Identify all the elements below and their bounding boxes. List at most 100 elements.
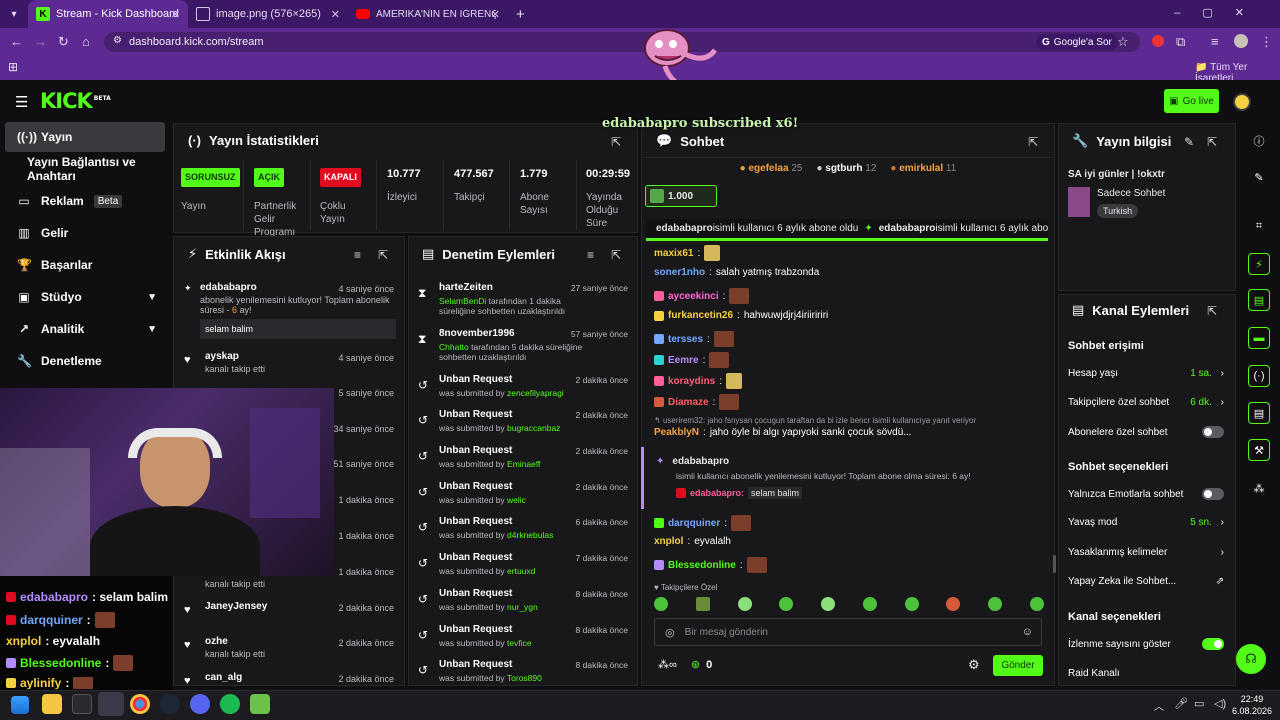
slow-mode-row[interactable]: Yavaş mod 5 sn. › [1068,517,1224,528]
mod-action-user[interactable]: ertuuxd [507,566,535,576]
apps-grid-icon[interactable]: ⊞ [8,60,18,74]
mod-action-user[interactable]: SelamBenDi [439,296,486,306]
mod-action-item[interactable]: ⧗ harteZeiten 27 saniye önce SelamBenDi tar… [416,280,632,316]
active-app-icon[interactable] [98,692,124,716]
clock[interactable]: 22:49 6.08.2026 [1232,693,1272,717]
emote-button[interactable] [862,597,877,611]
lightning-icon[interactable]: ⚡ [1248,253,1270,275]
chat-emote[interactable] [729,288,750,304]
emote-button[interactable] [988,597,1003,611]
tab-close-icon[interactable]: ✕ [331,8,340,21]
expand-icon[interactable]: ⇱ [1028,135,1038,149]
tab-kick-dashboard[interactable]: K Stream - Kick Dashboard ✕ [28,0,188,28]
tab-image[interactable]: image.png (576×265) ✕ [188,0,348,28]
chat-emote[interactable] [704,245,721,261]
emote-button[interactable] [1029,597,1044,611]
chat-emote[interactable] [726,373,743,389]
sidebar-item-yayin[interactable]: ((·)) Yayın [5,122,165,152]
chat-emote[interactable] [746,557,767,573]
mod-action-item[interactable]: ↺ Unban Request 6 dakika önce was submitted… [416,514,632,549]
chat-username[interactable]: Eemre [668,355,699,366]
gifter[interactable]: ● emirkulal 11 [890,163,956,174]
banned-words-row[interactable]: Yasaklanmış kelimeler › [1068,547,1224,558]
chat-username[interactable]: maxix61 [654,248,693,259]
emote-button[interactable] [779,597,794,611]
mod-action-item[interactable]: ⧗ 8november1996 57 saniye önce Chhatto tara… [416,326,632,362]
edit-pencil-icon[interactable]: ✎ [1184,135,1194,149]
mod-action-item[interactable]: ↺ Unban Request 8 dakika önce was submitted… [416,657,632,686]
chat-emote[interactable] [731,515,752,531]
mod-action-item[interactable]: ↺ Unban Request 8 dakika önce was submitted… [416,622,632,657]
back-icon[interactable]: ← [10,34,23,49]
chat-emote[interactable] [713,331,734,347]
url-field[interactable]: ⚙ dashboard.kick.com/stream [104,32,1140,52]
expand-icon[interactable]: ⇱ [611,135,621,149]
home-icon[interactable]: ⌂ [82,34,90,49]
mod-action-item[interactable]: ↺ Unban Request 7 dakika önce was submitted… [416,550,632,585]
app-icon[interactable] [250,694,270,714]
tab-search-icon[interactable]: ▾ [0,0,28,28]
forward-icon[interactable]: → [34,34,47,49]
chat-username[interactable]: PeakblyN [654,427,699,438]
mod-action-user[interactable]: tevfice [507,638,532,648]
kick-logo[interactable]: KICK BETA [40,89,111,113]
sidebar-item-denetleme[interactable]: 🔧 Denetleme [5,346,165,376]
chat-username[interactable]: tersses [668,334,703,345]
points-icon[interactable]: ⁂ [1248,477,1270,499]
send-button[interactable]: Gönder [993,655,1043,676]
chat-settings-gear-icon[interactable]: ⚙ [968,657,980,673]
mod-action-user[interactable]: Eminaeff [507,459,540,469]
account-age-row[interactable]: Hesap yaşı 1 sa. › [1068,368,1224,379]
chat-username[interactable]: koraydins [668,376,715,387]
mod-action-user[interactable]: Chhatto [439,342,469,352]
emote-button[interactable] [946,597,961,611]
points-icon[interactable]: ⁂∞ [658,658,677,671]
reload-icon[interactable]: ↻ [58,34,69,50]
mod-action-user[interactable]: bugraccanbaz [507,423,560,433]
chrome-icon[interactable] [130,694,150,714]
tab-close-icon[interactable]: ✕ [171,8,180,21]
mod-action-user[interactable]: Toros890 [507,673,542,683]
sidebar-item-analitik[interactable]: ↗ Analitik ▼ [5,314,165,344]
mod-action-item[interactable]: ↺ Unban Request 2 dakika önce was submitted… [416,479,632,514]
followers-only-row[interactable]: Takipçilere özel sohbet 6 dk. › [1068,397,1224,408]
sidebar-item-gelir[interactable]: ▥ Gelir [5,218,165,248]
support-headset-icon[interactable]: ☊ [1236,644,1266,674]
chat-username[interactable]: soner1nho [654,267,705,278]
mod-action-user[interactable]: nur_ygn [507,602,538,612]
discord-icon[interactable] [190,694,210,714]
subs-only-toggle[interactable] [1202,426,1224,438]
crop-icon[interactable]: ⌗ [1248,215,1270,237]
emote-only-toggle[interactable] [1202,488,1224,500]
windows-start-icon[interactable] [11,696,29,714]
mod-action-user[interactable]: zencefilyapragi [507,388,564,398]
window-controls[interactable]: –▢✕ [1174,6,1266,19]
expand-icon[interactable]: ⇱ [1207,304,1217,318]
mod-action-item[interactable]: ↺ Unban Request 8 dakika önce was submitted… [416,586,632,621]
emote-button[interactable] [904,597,919,611]
mod-action-item[interactable]: ↺ Unban Request 2 dakika önce was submitted… [416,407,632,442]
tab-close-icon[interactable]: ✕ [491,8,500,21]
wrench-icon[interactable]: ⚒ [1248,439,1270,461]
chat-username[interactable]: xnplol [654,536,683,547]
category-thumbnail[interactable] [1068,187,1090,217]
menu-dots-icon[interactable]: ⋮ [1260,34,1273,50]
expand-icon[interactable]: ⇱ [611,248,621,262]
chat-username[interactable]: Diamaze [668,397,709,408]
extension-icon[interactable] [1152,35,1164,47]
extensions-puzzle-icon[interactable]: ⧉ [1176,34,1185,50]
mod-action-item[interactable]: ↺ Unban Request 2 dakika önce was submitted… [416,372,632,407]
emote-button[interactable] [654,597,668,611]
volume-icon[interactable]: ◁) [1214,697,1226,710]
show-viewcount-toggle[interactable] [1202,638,1224,650]
chat-username[interactable]: ayceekinci [668,291,719,302]
hamburger-menu-icon[interactable]: ☰ [15,93,28,111]
user-avatar[interactable] [1233,93,1251,111]
ai-chat-row[interactable]: Yapay Zeka ile Sohbet... ⇗ [1068,576,1224,587]
chat-username[interactable]: furkancetin26 [668,310,733,321]
mod-panel-icon[interactable]: ▤ [1248,402,1270,424]
broadcast-icon[interactable]: (·) [1248,365,1270,387]
go-live-button[interactable]: ▣ Go live [1164,89,1219,113]
mod-action-user[interactable]: welic [507,495,526,505]
sidebar-item-basarilar[interactable]: 🏆 Başarılar [5,250,165,280]
